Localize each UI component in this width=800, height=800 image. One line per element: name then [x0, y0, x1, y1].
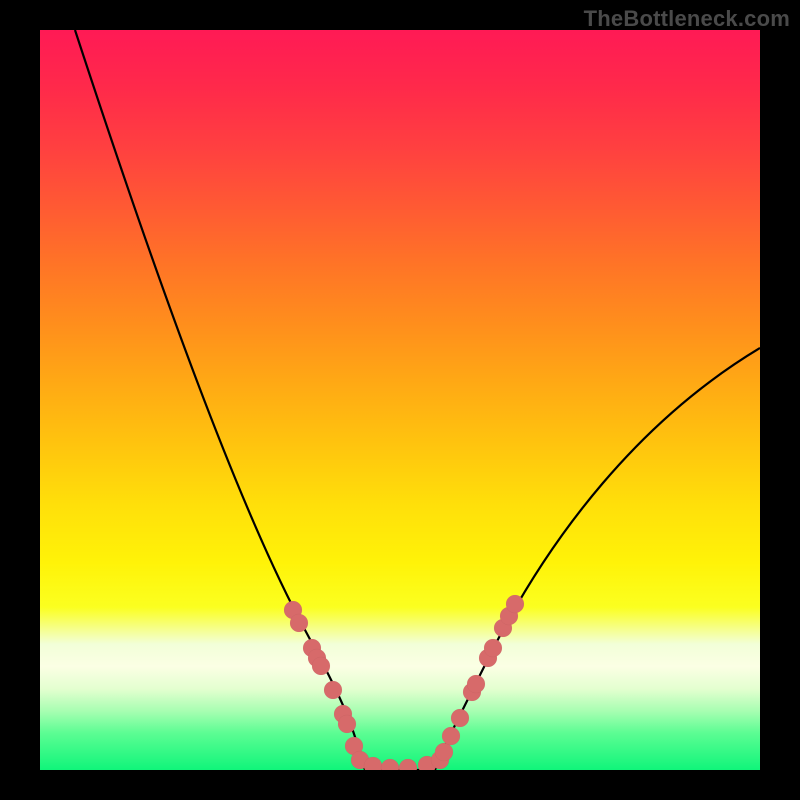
data-marker: [399, 759, 417, 770]
attribution-watermark: TheBottleneck.com: [584, 6, 790, 32]
data-marker: [506, 595, 524, 613]
curve-svg: [40, 30, 760, 770]
plot-area: [40, 30, 760, 770]
data-marker: [338, 715, 356, 733]
series-lines: [75, 30, 760, 770]
data-marker: [442, 727, 460, 745]
marker-group: [284, 595, 524, 770]
data-marker: [451, 709, 469, 727]
data-marker: [324, 681, 342, 699]
data-marker: [290, 614, 308, 632]
data-marker: [435, 743, 453, 761]
data-marker: [312, 657, 330, 675]
data-marker: [484, 639, 502, 657]
series-right-arm: [435, 348, 760, 770]
data-marker: [381, 759, 399, 770]
chart-frame: TheBottleneck.com: [0, 0, 800, 800]
data-marker: [467, 675, 485, 693]
